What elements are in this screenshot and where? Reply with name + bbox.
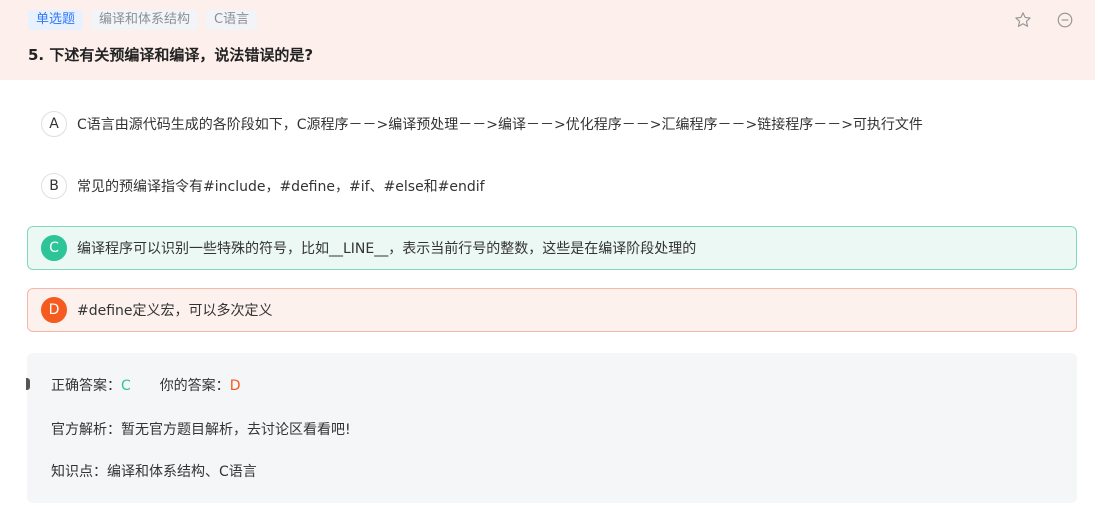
question-title: 5. 下述有关预编译和编译，说法错误的是? — [28, 46, 314, 64]
analysis-panel: 正确答案：C 你的答案：D 官方解析：暂无官方题目解析，去讨论区看看吧! 知识点… — [26, 353, 1077, 503]
tag-question-type[interactable]: 单选题 — [28, 10, 84, 30]
option-d[interactable]: D #define定义宏，可以多次定义 — [27, 288, 1077, 332]
option-letter: C — [41, 235, 67, 261]
tag-topic[interactable]: 编译和体系结构 — [91, 10, 199, 30]
knowledge-points: 知识点：编译和体系结构、C语言 — [51, 464, 257, 480]
option-c[interactable]: C 编译程序可以识别一些特殊的符号，比如__LINE__，表示当前行号的整数，这… — [27, 226, 1077, 270]
answer-row: 正确答案：C 你的答案：D — [51, 375, 240, 395]
question-header: 单选题 编译和体系结构 C语言 5. 下述有关预编译和编译，说法错误的是? — [0, 0, 1095, 80]
option-b[interactable]: B 常见的预编译指令有#include，#define，#if、#else和#e… — [27, 164, 1077, 208]
tag-language[interactable]: C语言 — [206, 10, 258, 30]
correct-answer-value: C — [121, 378, 131, 394]
tag-list: 单选题 编译和体系结构 C语言 — [28, 10, 258, 30]
option-a[interactable]: A C语言由源代码生成的各阶段如下，C源程序－－>编译预处理－－>编译－－>优化… — [27, 102, 1077, 146]
option-list: A C语言由源代码生成的各阶段如下，C源程序－－>编译预处理－－>编译－－>优化… — [27, 102, 1077, 332]
option-text: 编译程序可以识别一些特殊的符号，比如__LINE__，表示当前行号的整数，这些是… — [77, 241, 697, 257]
minus-circle-icon[interactable] — [1056, 11, 1074, 29]
collapse-handle[interactable] — [26, 378, 30, 390]
option-letter: B — [41, 173, 67, 199]
option-letter: A — [41, 111, 67, 137]
your-answer-label: 你的答案： — [159, 378, 230, 394]
correct-answer-label: 正确答案： — [51, 378, 121, 394]
option-text: #define定义宏，可以多次定义 — [77, 303, 273, 319]
official-analysis: 官方解析：暂无官方题目解析，去讨论区看看吧! — [51, 422, 351, 438]
star-icon[interactable] — [1014, 11, 1032, 29]
your-answer-value: D — [229, 378, 241, 394]
option-text: 常见的预编译指令有#include，#define，#if、#else和#end… — [77, 179, 485, 195]
option-letter: D — [41, 297, 67, 323]
option-text: C语言由源代码生成的各阶段如下，C源程序－－>编译预处理－－>编译－－>优化程序… — [77, 117, 923, 133]
